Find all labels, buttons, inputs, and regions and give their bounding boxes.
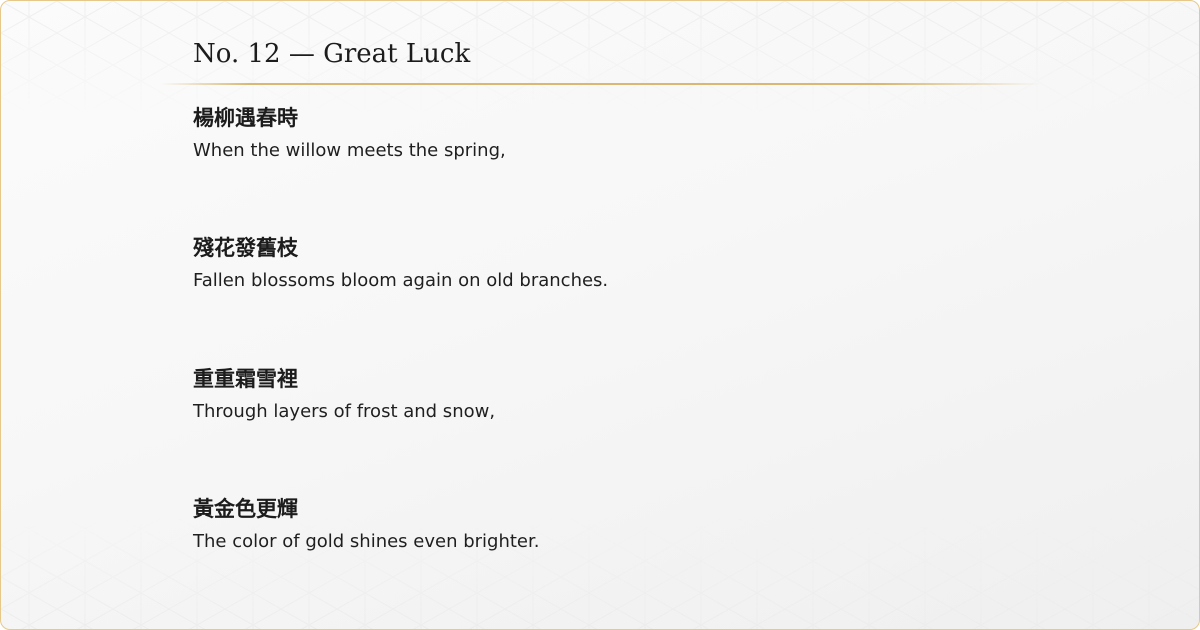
verse-1: 楊柳遇春時 When the willow meets the spring, (193, 104, 1093, 164)
verse-english: The color of gold shines even brighter. (193, 531, 540, 552)
fortune-title: No. 12 — Great Luck (193, 39, 471, 69)
verse-2: 殘花發舊枝 Fallen blossoms bloom again on old… (193, 234, 1093, 294)
verse-chinese: 重重霜雪裡 (193, 366, 298, 391)
verse-chinese: 黃金色更輝 (193, 496, 298, 521)
verse-english: Fallen blossoms bloom again on old branc… (193, 270, 609, 291)
verse-english: Through layers of frost and snow, (193, 401, 496, 422)
verse-chinese: 殘花發舊枝 (193, 235, 298, 260)
fortune-card: No. 12 — Great Luck 楊柳遇春時 When the willo… (0, 0, 1200, 630)
verse-chinese: 楊柳遇春時 (193, 105, 298, 130)
verse-english: When the willow meets the spring, (193, 140, 506, 161)
verse-4: 黃金色更輝 The color of gold shines even brig… (193, 495, 1093, 555)
verse-3: 重重霜雪裡 Through layers of frost and snow, (193, 365, 1093, 425)
title-divider (161, 83, 1041, 85)
